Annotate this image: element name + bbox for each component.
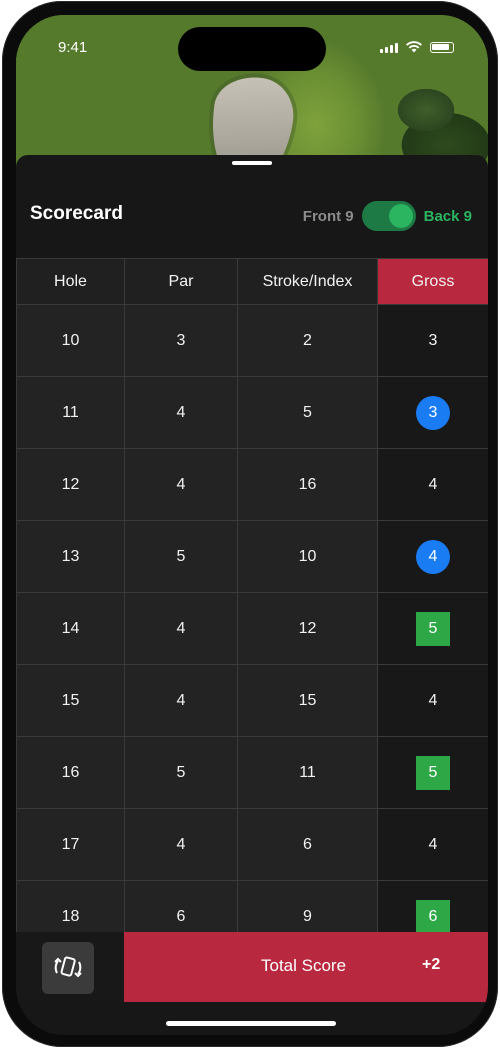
par-cell: 4 [124,376,238,449]
stroke-index-cell: 12 [237,592,378,665]
stroke-index-cell: 16 [237,448,378,521]
gross-cell[interactable]: 4 [377,808,488,881]
gross-score-birdie: 4 [416,539,450,574]
col-header-stroke-index: Stroke/Index [237,258,378,305]
hole-cell: 13 [16,520,125,593]
gross-cell[interactable]: 5 [377,592,488,665]
status-icons [380,41,454,53]
stroke-index-cell: 2 [237,304,378,377]
total-score-value: +2 [422,956,441,973]
rotate-button[interactable] [42,942,94,994]
hole-cell: 15 [16,664,125,737]
gross-score-bogey: 5 [416,611,450,646]
wifi-icon [406,41,422,53]
gross-score: 4 [428,475,438,493]
stroke-index-cell: 6 [237,808,378,881]
gross-cell[interactable]: 3 [377,376,488,449]
gross-score: 3 [428,331,438,349]
par-cell: 4 [124,664,238,737]
dynamic-island [178,27,326,71]
table-row: 17 4 6 4 [16,808,488,881]
battery-icon [430,42,454,53]
table-row: 10 3 2 3 [16,304,488,377]
gross-score: 4 [428,691,438,709]
gross-cell[interactable]: 4 [377,664,488,737]
gross-cell[interactable]: 5 [377,736,488,809]
sheet-grabber[interactable] [232,161,272,165]
nine-toggle-group: Front 9 Back 9 [303,201,472,231]
phone-frame: 9:41 Scorecard Front 9 Back 9 Hole Par S… [2,1,498,1047]
cellular-signal-icon [380,43,398,53]
hole-cell: 17 [16,808,125,881]
page-title: Scorecard [30,203,123,224]
toggle-knob [388,204,413,228]
front-9-label[interactable]: Front 9 [303,208,354,225]
gross-cell[interactable]: 3 [377,304,488,377]
status-time: 9:41 [58,39,88,56]
stroke-index-cell: 10 [237,520,378,593]
hole-cell: 14 [16,592,125,665]
table-row: 16 5 11 5 [16,736,488,809]
par-cell: 3 [124,304,238,377]
gross-score-bogey: 5 [416,755,450,790]
col-header-par: Par [124,258,238,305]
table-row: 11 4 5 3 [16,376,488,449]
back-9-label[interactable]: Back 9 [424,208,472,225]
bottom-bar: Total Score +2 [16,932,488,1002]
hole-cell: 10 [16,304,125,377]
par-cell: 5 [124,736,238,809]
stroke-index-cell: 5 [237,376,378,449]
col-header-gross: Gross [377,258,488,305]
par-cell: 4 [124,808,238,881]
col-header-hole: Hole [16,258,125,305]
hole-cell: 12 [16,448,125,521]
gross-score-bogey: 6 [416,899,450,934]
par-cell: 4 [124,592,238,665]
table-row: 15 4 15 4 [16,664,488,737]
table-row: 12 4 16 4 [16,448,488,521]
par-cell: 5 [124,520,238,593]
scorecard-table: Hole Par Stroke/Index Gross 10 3 2 3 11 [16,258,488,953]
front-back-toggle[interactable] [361,201,416,231]
gross-score-birdie: 3 [416,395,450,430]
scorecard-sheet: Scorecard Front 9 Back 9 Hole Par Stroke… [16,155,488,1035]
table-row: 13 5 10 4 [16,520,488,593]
stroke-index-cell: 15 [237,664,378,737]
hole-cell: 16 [16,736,125,809]
hole-cell: 11 [16,376,125,449]
gross-cell[interactable]: 4 [377,520,488,593]
screen: 9:41 Scorecard Front 9 Back 9 Hole Par S… [16,15,488,1035]
par-cell: 4 [124,448,238,521]
table-header-row: Hole Par Stroke/Index Gross [16,258,488,305]
total-score-label: Total Score [261,956,347,975]
rotate-device-icon [54,956,82,978]
stroke-index-cell: 11 [237,736,378,809]
table-row: 14 4 12 5 [16,592,488,665]
total-score-bar: Total Score +2 [124,932,488,1002]
gross-cell[interactable]: 4 [377,448,488,521]
gross-score: 4 [428,835,438,853]
home-indicator[interactable] [166,1021,336,1026]
